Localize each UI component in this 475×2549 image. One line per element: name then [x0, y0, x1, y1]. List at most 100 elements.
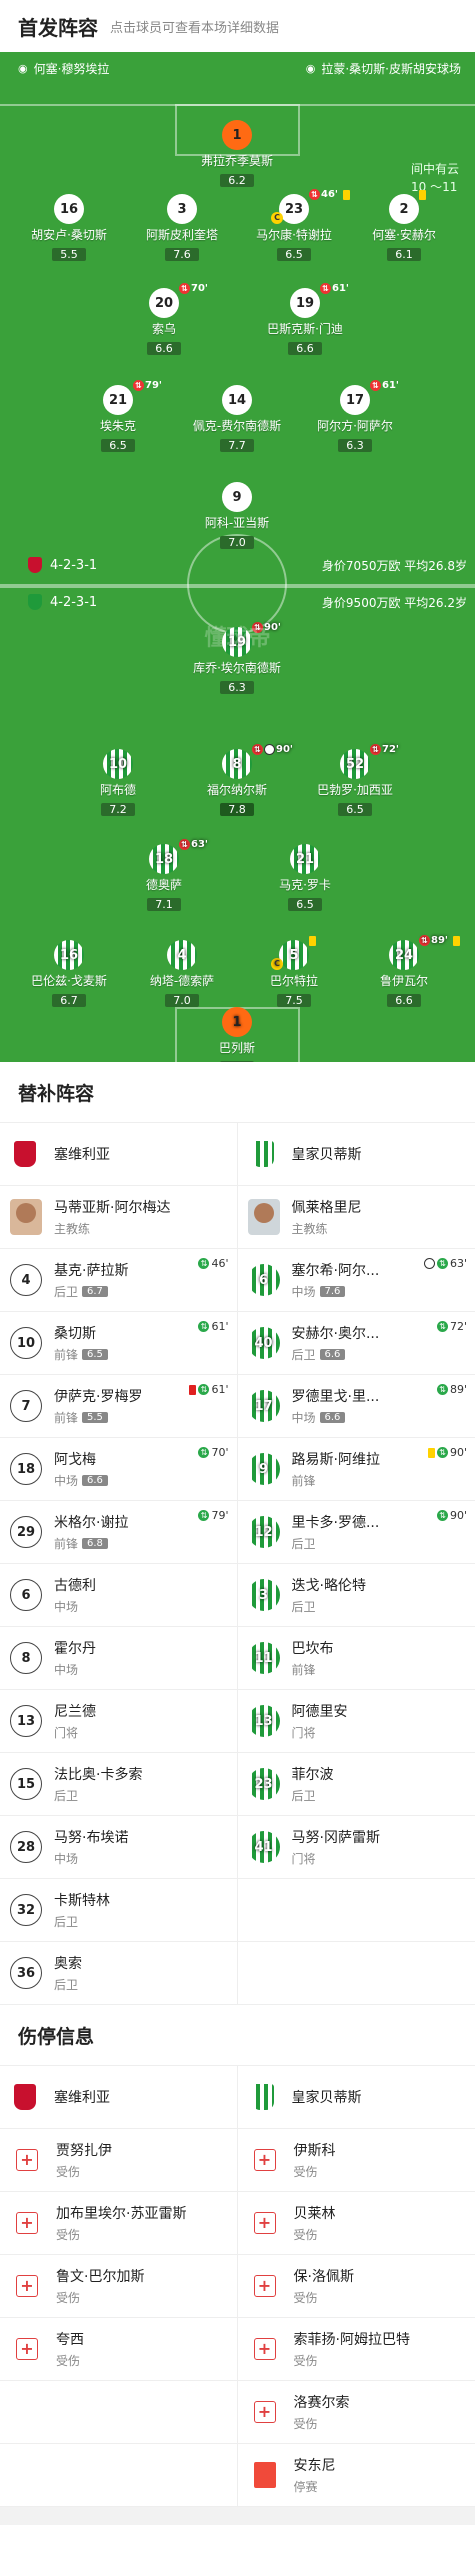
page-subtitle: 点击球员可查看本场详细数据: [110, 20, 280, 36]
sub-minute: 61': [382, 380, 399, 391]
home-coach[interactable]: 马蒂亚斯·阿尔梅达 主教练: [0, 1186, 238, 1249]
subs-grid: 塞维利亚 皇家贝蒂斯 马蒂亚斯·阿尔梅达 主教练 佩莱格里尼 主教练 4 基克·萨拉斯…: [0, 1122, 475, 2005]
sub-event: ⇅ 89': [419, 935, 448, 946]
injured-player[interactable]: + 鲁文·巴尔加斯 受伤: [0, 2255, 238, 2318]
jersey-number: 15: [10, 1768, 42, 1800]
player-away[interactable]: 21 马克·罗卡 6.5: [250, 844, 360, 912]
player-name: 马尔康·特谢拉: [256, 228, 332, 242]
injured-player[interactable]: + 夸西 受伤: [0, 2318, 238, 2381]
jersey-number: 6: [10, 1579, 42, 1611]
bottom-spacer: [0, 2507, 475, 2525]
captain-icon: C: [271, 958, 283, 970]
sub-player[interactable]: 9 路易斯·阿维拉 前锋 ⇅ 90': [237, 1438, 475, 1501]
away-coach[interactable]: 佩莱格里尼 主教练: [237, 1186, 475, 1249]
injured-player[interactable]: + 贾努扎伊 受伤: [0, 2129, 238, 2192]
player-away[interactable]: 1 巴列斯 7.2: [182, 1007, 292, 1062]
player-name: 马努·布埃诺: [54, 1830, 129, 1846]
player-home[interactable]: 14 佩克-费尔南德斯 7.7: [182, 385, 292, 453]
sub-event: ⇅ 61': [198, 1320, 229, 1333]
sub-info: 基克·萨拉斯 后卫 6.7: [54, 1260, 128, 1300]
sub-player[interactable]: 29 米格尔·谢拉 前锋 6.8 ⇅ 79': [0, 1501, 238, 1564]
yellow-card-icon: [419, 190, 426, 200]
sub-player[interactable]: 7 伊萨克·罗梅罗 前锋 5.5 ⇅ 61': [0, 1375, 238, 1438]
jersey-number: 14: [222, 385, 252, 415]
player-away[interactable]: 18 ⇅ 63' 德奥萨 7.1: [109, 839, 219, 912]
jersey-number: 20 ⇅ 70': [149, 283, 208, 318]
player-position: 后卫: [54, 1913, 110, 1930]
player-rating: 6.5: [82, 1349, 108, 1360]
injured-player[interactable]: + 加布里埃尔·苏亚雷斯 受伤: [0, 2192, 238, 2255]
sub-player[interactable]: 23 菲尔波 后卫: [237, 1753, 475, 1816]
medical-kit-icon: +: [16, 2338, 38, 2360]
away-worth: 身价9500万欧 平均26.2岁: [321, 596, 467, 610]
position-text: 后卫: [291, 1600, 316, 1614]
sub-player[interactable]: 4 基克·萨拉斯 后卫 6.7 ⇅ 46': [0, 1249, 238, 1312]
sub-player[interactable]: 41 马努·冈萨雷斯 门将: [237, 1816, 475, 1879]
player-away[interactable]: 10 阿布德 7.2: [63, 749, 173, 817]
jersey-number: 13: [10, 1705, 42, 1737]
sub-player[interactable]: 6 古德利 中场: [0, 1564, 238, 1627]
goal-ball-icon: [264, 744, 275, 755]
player-name: 库乔·埃尔南德斯: [193, 661, 281, 675]
sub-minute: 70': [211, 1446, 229, 1459]
sub-player[interactable]: 17 罗德里戈·里... 中场 6.6 ⇅ 89': [237, 1375, 475, 1438]
sub-minute: 79': [211, 1509, 229, 1522]
player-home[interactable]: 16 胡安卢·桑切斯 5.5: [14, 194, 124, 262]
sub-player[interactable]: 15 法比奥·卡多索 后卫: [0, 1753, 238, 1816]
injured-player[interactable]: + 保·洛佩斯 受伤: [237, 2255, 475, 2318]
player-name: 索乌: [151, 322, 176, 336]
injured-player[interactable]: 安东尼 停赛: [237, 2444, 475, 2507]
injury-status: 受伤: [293, 2291, 318, 2305]
away-formation: 4-2-3-1: [28, 594, 97, 610]
sub-player[interactable]: 8 霍尔丹 中场: [0, 1627, 238, 1690]
sub-player[interactable]: 6 塞尔希·阿尔... 中场 7.6 ⇅ 63': [237, 1249, 475, 1312]
player-away[interactable]: 5 C 巴尔特拉 7.5: [239, 936, 349, 1008]
player-away[interactable]: 24 ⇅ 89' 鲁伊瓦尔 6.6: [349, 935, 460, 1008]
sub-info: 菲尔波 后卫: [292, 1764, 334, 1804]
player-name: 巴尔特拉: [269, 974, 318, 988]
sub-player[interactable]: 10 桑切斯 前锋 6.5 ⇅ 61': [0, 1312, 238, 1375]
sub-player[interactable]: 18 阿戈梅 中场 6.6 ⇅ 70': [0, 1438, 238, 1501]
medical-kit-icon: +: [253, 2275, 276, 2297]
sub-player[interactable]: 12 里卡多·罗德... 后卫 ⇅ 90': [237, 1501, 475, 1564]
sub-player[interactable]: 28 马努·布埃诺 中场: [0, 1816, 238, 1879]
injured-player[interactable]: + 贝莱林 受伤: [237, 2192, 475, 2255]
player-name: 桑切斯: [54, 1326, 96, 1342]
player-home[interactable]: 21 ⇅ 79' 埃朱克 6.5: [63, 380, 173, 453]
sub-player[interactable]: 32 卡斯特林 后卫: [0, 1879, 238, 1942]
player-name: 法比奥·卡多索: [54, 1767, 143, 1783]
player-name: 加布里埃尔·苏亚雷斯: [56, 2206, 187, 2222]
player-away[interactable]: 4 纳塔-德索萨 7.0: [127, 940, 237, 1008]
sub-event: ⇅ 89': [436, 1383, 467, 1396]
injured-player[interactable]: + 索菲扬·阿姆拉巴特 受伤: [237, 2318, 475, 2381]
player-away[interactable]: 16 巴伦兹·戈麦斯 6.7: [14, 940, 124, 1008]
sub-player[interactable]: 13 尼兰德 门将: [0, 1690, 238, 1753]
player-home[interactable]: 9 阿科-亚当斯 7.0: [182, 482, 292, 550]
injured-player[interactable]: + 洛赛尔索 受伤: [237, 2381, 475, 2444]
player-position: 中场 6.6: [54, 1472, 108, 1489]
sub-player[interactable]: 3 迭戈·略伦特 后卫: [237, 1564, 475, 1627]
player-home[interactable]: 2 何塞·安赫尔 6.1: [349, 190, 459, 262]
player-home[interactable]: 20 ⇅ 70' 索乌 6.6: [109, 283, 219, 356]
player-home[interactable]: 17 ⇅ 61' 阿尔方·阿萨尔 6.3: [300, 380, 410, 453]
jersey-number: 4: [10, 1264, 42, 1296]
player-away[interactable]: 52 ⇅ 72' 巴勃罗·加西亚 6.5: [300, 744, 410, 817]
injured-player[interactable]: + 伊斯科 受伤: [237, 2129, 475, 2192]
injury-info: 保·洛佩斯 受伤: [294, 2266, 354, 2306]
sub-player[interactable]: 36 奥索 后卫: [0, 1942, 238, 2005]
player-home[interactable]: 19 ⇅ 61' 巴斯克斯·门迪 6.6: [250, 283, 360, 356]
player-home[interactable]: 3 阿斯皮利奎塔 7.6: [127, 194, 237, 262]
position-text: 中场: [54, 1600, 79, 1614]
player-name: 夸西: [56, 2332, 84, 2348]
sub-player[interactable]: 13 阿德里安 门将: [237, 1690, 475, 1753]
player-home[interactable]: 23 ⇅ 46' C 马尔康·特谢拉 6.5: [239, 189, 350, 262]
player-away[interactable]: 8 ⇅ 90' 福尔纳尔斯 7.8: [182, 744, 293, 817]
sub-player[interactable]: 11 巴坎布 前锋: [237, 1627, 475, 1690]
empty-cell: [0, 2444, 238, 2507]
injury-status: 受伤: [293, 2165, 318, 2179]
jersey-number: 28: [10, 1831, 42, 1863]
player-home[interactable]: 1 弗拉乔季莫斯 6.2: [182, 120, 292, 188]
sub-player[interactable]: 40 安赫尔·奥尔... 后卫 6.6 ⇅ 72': [237, 1312, 475, 1375]
player-position: 门将: [292, 1724, 348, 1741]
player-name: 福尔纳尔斯: [206, 783, 267, 797]
